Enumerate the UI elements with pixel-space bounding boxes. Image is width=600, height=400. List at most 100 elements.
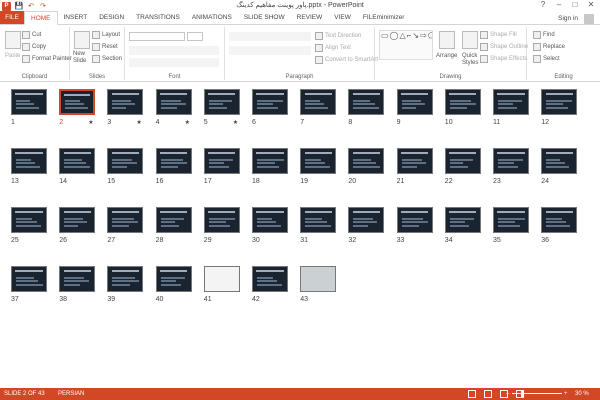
slide-thumbnail[interactable] — [300, 266, 337, 292]
layout-button[interactable]: Layout — [92, 31, 120, 39]
slide-thumbnail[interactable] — [252, 207, 288, 233]
new-slide-button[interactable]: New — [73, 51, 85, 57]
tab-slide-show[interactable]: SLIDE SHOW — [238, 11, 291, 24]
cut-button[interactable]: Cut — [22, 31, 41, 39]
slide-thumbnail[interactable] — [59, 266, 96, 292]
slide-sorter-view-icon[interactable] — [484, 390, 492, 398]
tab-home[interactable]: HOME — [24, 11, 58, 25]
find-button[interactable]: Find — [533, 31, 555, 39]
replace-button[interactable]: Replace — [533, 43, 565, 51]
shape-fill-button[interactable]: Shape Fill — [480, 31, 517, 39]
slide-thumbnail[interactable] — [444, 148, 481, 174]
slide-thumbnail[interactable] — [396, 207, 433, 233]
font-size-combo[interactable] — [187, 32, 203, 41]
zoom-slider-thumb[interactable] — [521, 391, 524, 397]
sign-in-link[interactable]: Sign in — [558, 15, 578, 22]
shape-effects-button[interactable]: Shape Effects — [480, 55, 527, 63]
slide-thumbnail[interactable] — [444, 89, 481, 115]
slide-thumbnail[interactable] — [252, 266, 288, 292]
font-format-buttons[interactable] — [129, 46, 219, 55]
slide-thumbnail[interactable] — [11, 266, 47, 292]
slide-thumbnail[interactable] — [300, 89, 337, 115]
align-text-button[interactable]: Align Text — [315, 44, 351, 52]
slide-thumbnail[interactable] — [348, 89, 385, 115]
slide-thumbnail[interactable] — [107, 89, 144, 115]
zoom-slider[interactable] — [512, 393, 562, 394]
format-painter-button[interactable]: Format Painter — [22, 55, 72, 63]
slide-thumbnail[interactable] — [348, 148, 385, 174]
shapes-gallery[interactable]: ▭◯△⌐↘⇨⬠☆◇▱⬭⌒↔⤷{} — [379, 30, 433, 60]
slide-thumbnail[interactable] — [541, 89, 578, 115]
select-button[interactable]: Select — [533, 55, 560, 63]
maximize-button[interactable]: □ — [568, 0, 582, 10]
avatar[interactable] — [584, 14, 594, 24]
arrange-icon[interactable] — [439, 31, 455, 49]
quick-styles-icon[interactable] — [462, 31, 478, 49]
new-slide-icon[interactable] — [74, 31, 90, 49]
slide-thumbnail[interactable] — [155, 148, 192, 174]
zoom-in-button[interactable]: + — [564, 388, 568, 400]
text-direction-button[interactable]: Text Direction — [315, 32, 361, 40]
slide-thumbnail[interactable] — [300, 148, 337, 174]
slide-thumbnail[interactable] — [203, 89, 240, 115]
font-color-buttons[interactable] — [129, 58, 219, 67]
zoom-level[interactable]: 30 % — [575, 388, 589, 400]
help-button[interactable]: ? — [536, 0, 550, 10]
slide-thumbnail[interactable] — [396, 148, 433, 174]
tab-transitions[interactable]: TRANSITIONS — [130, 11, 186, 24]
close-button[interactable]: ✕ — [584, 0, 598, 10]
tab-view[interactable]: VIEW — [328, 11, 357, 24]
zoom-out-button[interactable]: – — [506, 388, 509, 400]
slide-thumbnail[interactable] — [107, 266, 144, 292]
tab-file[interactable]: FILE — [0, 11, 24, 24]
slide-thumbnail[interactable] — [59, 207, 96, 233]
animation-star-icon[interactable]: ★ — [185, 119, 190, 126]
section-button[interactable]: Section — [92, 55, 122, 63]
slide-thumbnail[interactable] — [493, 207, 529, 233]
tab-insert[interactable]: INSERT — [58, 11, 94, 24]
tab-review[interactable]: REVIEW — [291, 11, 329, 24]
slide-thumbnail[interactable] — [348, 207, 385, 233]
slide-thumbnail[interactable] — [155, 89, 192, 115]
slide-sorter[interactable]: 1 2 ★ 3 ★ 4 ★ 5 ★ 6 7 8 9 10 11 12 13 14 15 16 17 18 19 20 21 22 2… — [0, 83, 600, 388]
font-name-combo[interactable] — [129, 32, 185, 41]
arrange-button[interactable]: Arrange — [436, 53, 457, 59]
slide-thumbnail[interactable] — [493, 148, 529, 174]
slide-thumbnail[interactable] — [252, 89, 288, 115]
shape-outline-button[interactable]: Shape Outline — [480, 43, 528, 51]
list-buttons[interactable] — [229, 32, 311, 41]
slide-thumbnail[interactable] — [203, 207, 240, 233]
slide-thumbnail[interactable] — [493, 89, 529, 115]
redo-icon[interactable]: ↷ — [39, 2, 47, 10]
undo-icon[interactable]: ↶ — [27, 2, 35, 10]
tab-design[interactable]: DESIGN — [93, 11, 130, 24]
slide-thumbnail[interactable] — [541, 148, 578, 174]
slide-thumbnail[interactable] — [155, 266, 192, 292]
slide-thumbnail[interactable] — [203, 148, 240, 174]
slide-thumbnail[interactable] — [300, 207, 337, 233]
slide-thumbnail[interactable] — [59, 148, 96, 174]
animation-star-icon[interactable]: ★ — [88, 119, 93, 126]
animation-star-icon[interactable]: ★ — [136, 119, 141, 126]
slide-thumbnail[interactable] — [252, 148, 288, 174]
new-slide-button-2[interactable]: Slide — [73, 58, 86, 64]
quick-styles-button-2[interactable]: Styles — [462, 60, 478, 66]
tab-fileminimizer[interactable]: FILEminimizer — [357, 11, 411, 24]
slide-thumbnail[interactable] — [11, 89, 47, 115]
slide-thumbnail[interactable] — [107, 148, 144, 174]
slide-thumbnail[interactable] — [396, 89, 433, 115]
slide-thumbnail[interactable] — [11, 148, 47, 174]
animation-star-icon[interactable]: ★ — [233, 119, 238, 126]
quick-styles-button[interactable]: Quick — [462, 53, 477, 59]
slide-thumbnail[interactable] — [107, 207, 144, 233]
slide-thumbnail[interactable] — [59, 89, 96, 115]
paste-button[interactable]: Paste — [5, 53, 20, 59]
convert-smartart-button[interactable]: Convert to SmartArt — [315, 56, 378, 64]
save-icon[interactable]: 💾 — [15, 2, 24, 10]
reset-button[interactable]: Reset — [92, 43, 118, 51]
paste-icon[interactable] — [5, 31, 21, 49]
slide-thumbnail[interactable] — [541, 207, 578, 233]
normal-view-icon[interactable] — [468, 390, 476, 398]
copy-button[interactable]: Copy — [22, 43, 46, 51]
tab-animations[interactable]: ANIMATIONS — [186, 11, 238, 24]
